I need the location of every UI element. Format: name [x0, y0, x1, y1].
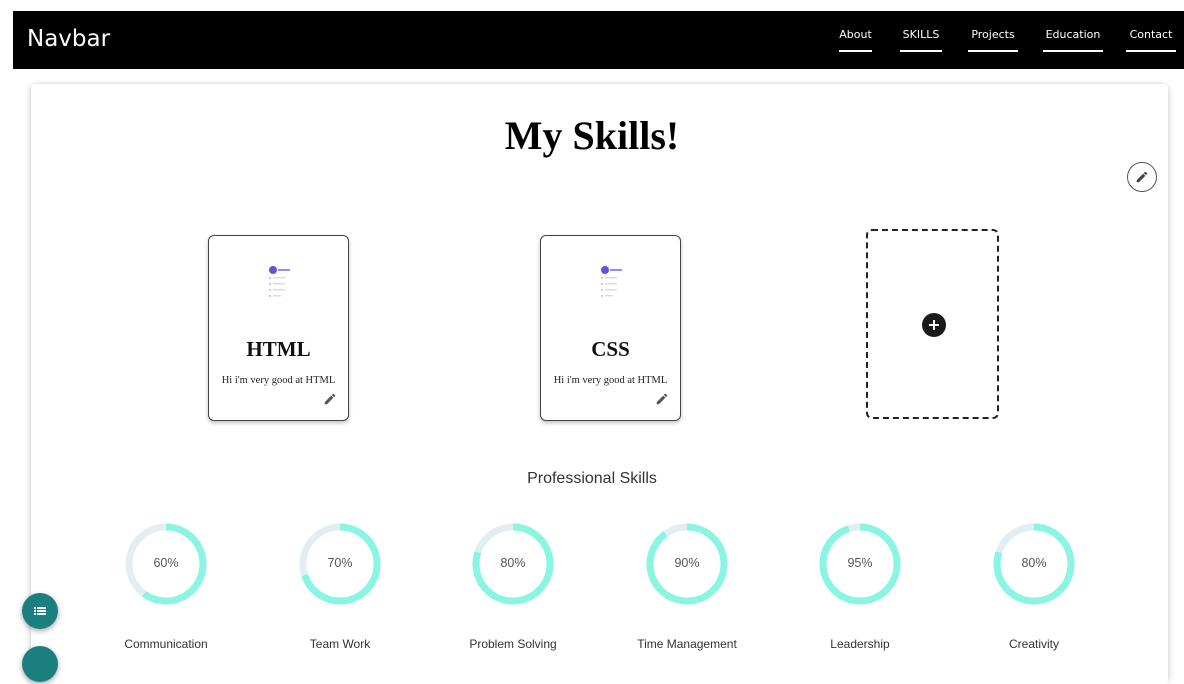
skill-card-title: CSS — [591, 337, 630, 361]
skill-gauge: 90% — [645, 522, 729, 606]
gauge-label: Communication — [124, 637, 208, 651]
gauge-value: 80% — [1021, 556, 1047, 570]
menu-fab-button[interactable] — [22, 593, 58, 629]
pencil-icon[interactable] — [323, 392, 337, 406]
nav-link-education[interactable]: Education — [1043, 28, 1103, 52]
gauge-label: Problem Solving — [469, 637, 557, 651]
pencil-icon[interactable] — [655, 392, 669, 406]
skill-card-description: Hi i'm very good at HTML — [553, 375, 668, 386]
skill-gauge: 95% — [818, 522, 902, 606]
skill-card-title: HTML — [246, 337, 311, 361]
gauge-value: 90% — [674, 556, 700, 570]
gauge-value: 80% — [500, 556, 526, 570]
gauge-label: Time Management — [637, 637, 737, 651]
gauge-label: Team Work — [309, 637, 371, 651]
list-icon — [34, 607, 46, 615]
page-title: My Skills! — [504, 113, 680, 158]
skill-gauge: 70% — [298, 522, 382, 606]
nav-link-skills[interactable]: SKILLS — [900, 28, 942, 52]
nav-link-projects[interactable]: Projects — [968, 28, 1018, 52]
edit-section-button[interactable] — [1127, 162, 1157, 192]
nav-link-about[interactable]: About — [839, 28, 872, 52]
gauge-label: Creativity — [1008, 637, 1059, 651]
gauge-value: 95% — [847, 556, 873, 570]
skill-illustration-icon — [600, 266, 622, 297]
plus-icon — [922, 313, 946, 337]
nav-link-contact[interactable]: Contact — [1126, 28, 1176, 52]
skill-card-description: Hi i'm very good at HTML — [221, 375, 336, 386]
add-skill-card[interactable] — [866, 229, 999, 419]
gauge-value: 70% — [327, 556, 353, 570]
skill-illustration-icon — [268, 266, 290, 297]
skill-gauge: 80% — [471, 522, 555, 606]
gauge-label: Leadership — [830, 637, 890, 651]
professional-skills-heading: Professional Skills — [527, 470, 657, 487]
pencil-icon — [1136, 171, 1148, 183]
skill-card-html[interactable]: HTML Hi i'm very good at HTML — [208, 235, 349, 421]
skill-card-css[interactable]: CSS Hi i'm very good at HTML — [540, 235, 681, 421]
skill-gauge: 80% — [992, 522, 1076, 606]
skill-gauge: 60% — [124, 522, 208, 606]
gauge-value: 60% — [153, 556, 179, 570]
navbar-brand[interactable]: Navbar — [27, 25, 110, 53]
navbar: Navbar About SKILLS Projects Education C… — [13, 11, 1184, 69]
secondary-fab-button[interactable] — [22, 646, 58, 682]
